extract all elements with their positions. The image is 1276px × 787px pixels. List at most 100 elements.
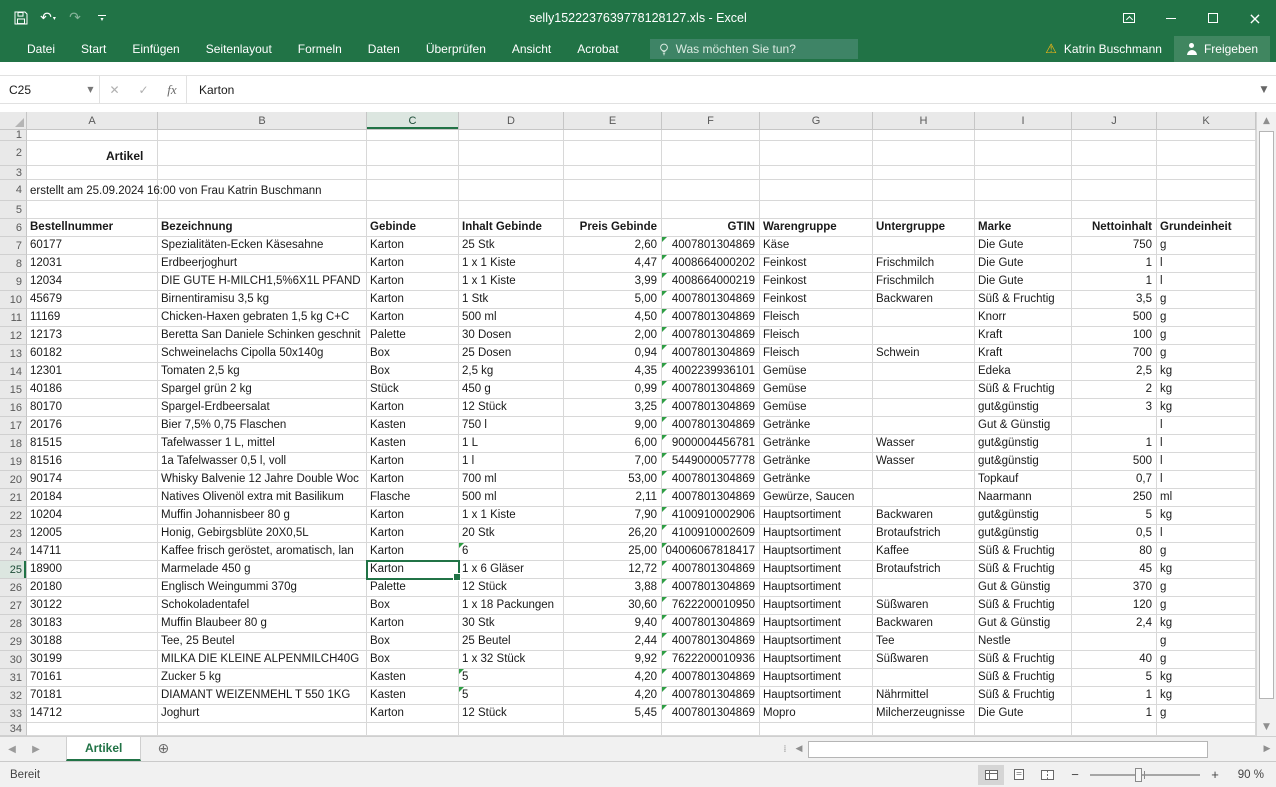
cell-C13[interactable]: Box <box>367 345 459 363</box>
cell-A10[interactable]: 45679 <box>27 291 158 309</box>
cell-H9[interactable]: Frischmilch <box>873 273 975 291</box>
tell-me-search[interactable]: Was möchten Sie tun? <box>650 39 858 59</box>
cell-D7[interactable]: 25 Stk <box>459 237 564 255</box>
cell-C15[interactable]: Stück <box>367 381 459 399</box>
cell-B21[interactable]: Natives Olivenöl extra mit Basilikum <box>158 489 367 507</box>
cell-G18[interactable]: Getränke <box>760 435 873 453</box>
cell-C1[interactable] <box>367 130 459 141</box>
cell-D6[interactable]: Inhalt Gebinde <box>459 219 564 237</box>
cell-I29[interactable]: Nestle <box>975 633 1072 651</box>
column-header-C[interactable]: C <box>367 112 459 130</box>
row-header-14[interactable]: 14 <box>0 363 27 381</box>
cell-H3[interactable] <box>873 166 975 180</box>
cell-J3[interactable] <box>1072 166 1157 180</box>
row-header-26[interactable]: 26 <box>0 579 27 597</box>
cell-E7[interactable]: 2,60 <box>564 237 662 255</box>
cell-E34[interactable] <box>564 723 662 736</box>
cell-I2[interactable] <box>975 141 1072 166</box>
cell-A14[interactable]: 12301 <box>27 363 158 381</box>
cell-F18[interactable]: 9000004456781 <box>662 435 760 453</box>
cell-H6[interactable]: Untergruppe <box>873 219 975 237</box>
row-header-30[interactable]: 30 <box>0 651 27 669</box>
cell-B12[interactable]: Beretta San Daniele Schinken geschnit <box>158 327 367 345</box>
cell-D10[interactable]: 1 Stk <box>459 291 564 309</box>
cell-I14[interactable]: Edeka <box>975 363 1072 381</box>
cell-G12[interactable]: Fleisch <box>760 327 873 345</box>
cell-C29[interactable]: Box <box>367 633 459 651</box>
vertical-scrollbar-thumb[interactable] <box>1259 131 1274 699</box>
column-header-D[interactable]: D <box>459 112 564 130</box>
cell-C4[interactable] <box>367 180 459 201</box>
cell-A25[interactable]: 18900 <box>27 561 158 579</box>
cell-F4[interactable] <box>662 180 760 201</box>
cell-C12[interactable]: Palette <box>367 327 459 345</box>
cell-I18[interactable]: gut&günstig <box>975 435 1072 453</box>
ribbon-tab-ueberpruefen[interactable]: Überprüfen <box>413 36 499 62</box>
cell-F27[interactable]: 7622200010950 <box>662 597 760 615</box>
cell-G3[interactable] <box>760 166 873 180</box>
row-header-27[interactable]: 27 <box>0 597 27 615</box>
cell-J8[interactable]: 1 <box>1072 255 1157 273</box>
cell-C3[interactable] <box>367 166 459 180</box>
cell-G23[interactable]: Hauptsortiment <box>760 525 873 543</box>
cell-G34[interactable] <box>760 723 873 736</box>
cell-G8[interactable]: Feinkost <box>760 255 873 273</box>
cell-C33[interactable]: Karton <box>367 705 459 723</box>
cell-J34[interactable] <box>1072 723 1157 736</box>
cell-D18[interactable]: 1 L <box>459 435 564 453</box>
cell-G24[interactable]: Hauptsortiment <box>760 543 873 561</box>
ribbon-tab-daten[interactable]: Daten <box>355 36 413 62</box>
cell-A16[interactable]: 80170 <box>27 399 158 417</box>
cell-B25[interactable]: Marmelade 450 g <box>158 561 367 579</box>
row-header-15[interactable]: 15 <box>0 381 27 399</box>
cell-I31[interactable]: Süß & Fruchtig <box>975 669 1072 687</box>
zoom-level[interactable]: 90 % <box>1230 769 1264 781</box>
confirm-entry-button[interactable]: ✓ <box>129 76 158 103</box>
maximize-button[interactable] <box>1192 0 1234 36</box>
cell-K10[interactable]: g <box>1157 291 1256 309</box>
column-header-K[interactable]: K <box>1157 112 1256 130</box>
scroll-right-arrow[interactable]: ▶ <box>1260 737 1274 762</box>
cell-F23[interactable]: 4100910002609 <box>662 525 760 543</box>
cell-I17[interactable]: Gut & Günstig <box>975 417 1072 435</box>
cell-E11[interactable]: 4,50 <box>564 309 662 327</box>
cell-H25[interactable]: Brotaufstrich <box>873 561 975 579</box>
cell-A19[interactable]: 81516 <box>27 453 158 471</box>
cell-J29[interactable] <box>1072 633 1157 651</box>
cell-J13[interactable]: 700 <box>1072 345 1157 363</box>
cell-H20[interactable] <box>873 471 975 489</box>
name-box-dropdown[interactable]: ▼ <box>82 76 100 103</box>
cell-J4[interactable] <box>1072 180 1157 201</box>
cell-F24[interactable]: 04006067818417 <box>662 543 760 561</box>
cell-I33[interactable]: Die Gute <box>975 705 1072 723</box>
cell-H22[interactable]: Backwaren <box>873 507 975 525</box>
cell-I10[interactable]: Süß & Fruchtig <box>975 291 1072 309</box>
cell-D15[interactable]: 450 g <box>459 381 564 399</box>
cell-A30[interactable]: 30199 <box>27 651 158 669</box>
close-button[interactable]: × <box>1234 0 1276 36</box>
cell-F1[interactable] <box>662 130 760 141</box>
cell-B26[interactable]: Englisch Weingummi 370g <box>158 579 367 597</box>
zoom-out-button[interactable]: − <box>1068 767 1082 782</box>
cell-H15[interactable] <box>873 381 975 399</box>
cell-G17[interactable]: Getränke <box>760 417 873 435</box>
cell-K24[interactable]: g <box>1157 543 1256 561</box>
cell-D26[interactable]: 12 Stück <box>459 579 564 597</box>
cell-H29[interactable]: Tee <box>873 633 975 651</box>
cell-I8[interactable]: Die Gute <box>975 255 1072 273</box>
row-header-1[interactable]: 1 <box>0 130 27 141</box>
cell-I4[interactable] <box>975 180 1072 201</box>
row-header-13[interactable]: 13 <box>0 345 27 363</box>
cell-B22[interactable]: Muffin Johannisbeer 80 g <box>158 507 367 525</box>
row-header-32[interactable]: 32 <box>0 687 27 705</box>
cell-A11[interactable]: 11169 <box>27 309 158 327</box>
cell-D13[interactable]: 25 Dosen <box>459 345 564 363</box>
cell-C26[interactable]: Palette <box>367 579 459 597</box>
cell-I30[interactable]: Süß & Fruchtig <box>975 651 1072 669</box>
cell-C7[interactable]: Karton <box>367 237 459 255</box>
cell-F3[interactable] <box>662 166 760 180</box>
cell-K30[interactable]: g <box>1157 651 1256 669</box>
cell-F9[interactable]: 4008664000219 <box>662 273 760 291</box>
cell-A33[interactable]: 14712 <box>27 705 158 723</box>
row-header-24[interactable]: 24 <box>0 543 27 561</box>
